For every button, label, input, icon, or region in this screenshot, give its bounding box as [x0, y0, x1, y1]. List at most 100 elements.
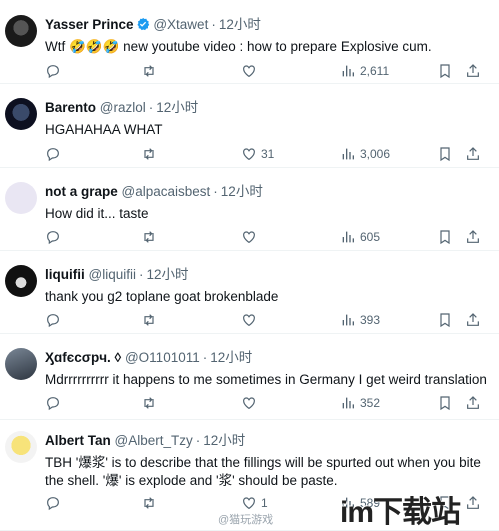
timestamp[interactable]: 12小时 [210, 350, 252, 365]
user-handle[interactable]: @alpacaisbest [122, 184, 211, 199]
tweet-reply[interactable]: Ӽɑfєcσpч. ◊ @O1101011 · 12小时 Mdrrrrrrrrrr … [0, 334, 499, 420]
heart-icon [243, 497, 255, 510]
bookmark-icon [440, 313, 450, 328]
verified-badge-icon [136, 17, 150, 36]
avatar[interactable] [5, 98, 37, 130]
tweet-header: Barento @razlol · 12小时 [45, 98, 491, 117]
display-name[interactable]: Yasser Prince [45, 17, 134, 32]
tweet-text: HGAHAHAA WHAT [45, 122, 163, 137]
reply-icon [47, 397, 59, 411]
avatar[interactable] [5, 431, 37, 463]
retweet-icon [144, 497, 154, 509]
user-handle[interactable]: @liquifii [89, 267, 136, 282]
view-count: 352 [360, 396, 381, 410]
avatar[interactable] [5, 15, 37, 47]
share-button[interactable] [465, 62, 481, 80]
reply-button[interactable] [45, 228, 65, 246]
user-handle[interactable]: @Xtawet [153, 17, 208, 32]
bookmark-button[interactable] [437, 394, 453, 412]
heart-icon [243, 65, 255, 78]
retweet-button[interactable] [141, 62, 161, 80]
reply-icon [47, 314, 59, 328]
reply-button[interactable] [45, 311, 65, 329]
bookmark-button[interactable] [437, 311, 453, 329]
bookmark-button[interactable] [437, 228, 453, 246]
tweet-reply[interactable]: Barento @razlol · 12小时 HGAHAHAA WHAT 31 3,… [0, 84, 499, 168]
share-icon [467, 230, 479, 243]
like-button[interactable] [241, 311, 261, 329]
reply-button[interactable] [45, 145, 65, 163]
action-bar: 2,611 [45, 62, 491, 80]
like-button[interactable]: 31 [241, 145, 274, 163]
tweet-reply[interactable]: liquifii @liquifii · 12小时 thank you g2 top… [0, 251, 499, 334]
user-handle[interactable]: @O1101011 [125, 350, 200, 365]
tweet-text: How did it... taste [45, 206, 149, 221]
bookmark-button[interactable] [437, 62, 453, 80]
timestamp[interactable]: 12小时 [146, 267, 188, 282]
share-icon [467, 313, 479, 326]
bookmark-icon [440, 64, 450, 79]
avatar[interactable] [5, 348, 37, 380]
tweet-header: liquifii @liquifii · 12小时 [45, 265, 491, 284]
view-count: 3,006 [360, 147, 391, 161]
tweet-header: not a grape @alpacaisbest · 12小时 [45, 182, 491, 201]
reply-button[interactable] [45, 394, 65, 412]
reply-icon [47, 65, 59, 79]
like-button[interactable] [241, 394, 261, 412]
tweet-header: Ӽɑfєcσpч. ◊ @O1101011 · 12小时 [45, 348, 491, 367]
share-button[interactable] [465, 311, 481, 329]
separator-dot: · [202, 350, 208, 365]
like-button[interactable]: 1 [241, 494, 268, 512]
views-button[interactable]: 393 [340, 311, 380, 329]
view-count: 2,611 [360, 64, 390, 78]
retweet-button[interactable] [141, 228, 161, 246]
retweet-button[interactable] [141, 394, 161, 412]
timestamp[interactable]: 12小时 [219, 17, 261, 32]
action-bar: 605 [45, 228, 491, 246]
views-button[interactable]: 3,006 [340, 145, 390, 163]
timestamp[interactable]: 12小时 [203, 433, 245, 448]
bookmark-icon [440, 396, 450, 411]
display-name[interactable]: not a grape [45, 184, 118, 199]
avatar[interactable] [5, 265, 37, 297]
display-name[interactable]: Albert Tan [45, 433, 111, 448]
separator-dot: · [138, 267, 144, 282]
reply-feed: Yasser Prince @Xtawet · 12小时 Wtf 🤣🤣🤣 new y… [0, 0, 499, 531]
retweet-button[interactable] [141, 494, 161, 512]
separator-dot: · [213, 184, 218, 199]
bookmark-button[interactable] [437, 145, 453, 163]
user-handle[interactable]: @Albert_Tzy [115, 433, 193, 448]
like-button[interactable] [241, 62, 261, 80]
views-button[interactable]: 352 [340, 394, 380, 412]
like-button[interactable] [241, 228, 261, 246]
share-button[interactable] [465, 145, 481, 163]
avatar[interactable] [5, 182, 37, 214]
views-button[interactable]: 2,611 [340, 62, 389, 80]
retweet-button[interactable] [141, 145, 161, 163]
display-name[interactable]: Barento [45, 100, 96, 115]
tweet-header: Albert Tan @Albert_Tzy · 12小时 [45, 431, 491, 450]
tweet-text: Mdrrrrrrrrrr it happens to me sometimes … [45, 372, 487, 387]
tweet-reply[interactable]: not a grape @alpacaisbest · 12小时 How did i… [0, 168, 499, 251]
display-name[interactable]: liquifii [45, 267, 85, 282]
reply-button[interactable] [45, 62, 65, 80]
timestamp[interactable]: 12小时 [221, 184, 263, 199]
separator-dot: · [211, 17, 216, 32]
separator-dot: · [195, 433, 201, 448]
timestamp[interactable]: 12小时 [156, 100, 198, 115]
reply-icon [47, 148, 59, 162]
heart-icon [243, 314, 255, 327]
retweet-button[interactable] [141, 311, 161, 329]
reply-button[interactable] [45, 494, 65, 512]
reply-icon [47, 497, 59, 511]
separator-dot: · [148, 100, 154, 115]
user-handle[interactable]: @razlol [100, 100, 146, 115]
action-bar: 31 3,006 [45, 145, 491, 163]
view-count: 393 [360, 313, 381, 327]
share-button[interactable] [465, 394, 481, 412]
like-count: 31 [261, 147, 275, 161]
share-button[interactable] [465, 228, 481, 246]
tweet-reply[interactable]: Yasser Prince @Xtawet · 12小时 Wtf 🤣🤣🤣 new y… [0, 0, 499, 84]
views-button[interactable]: 605 [340, 228, 380, 246]
display-name[interactable]: Ӽɑfєcσpч. ◊ [45, 350, 121, 365]
